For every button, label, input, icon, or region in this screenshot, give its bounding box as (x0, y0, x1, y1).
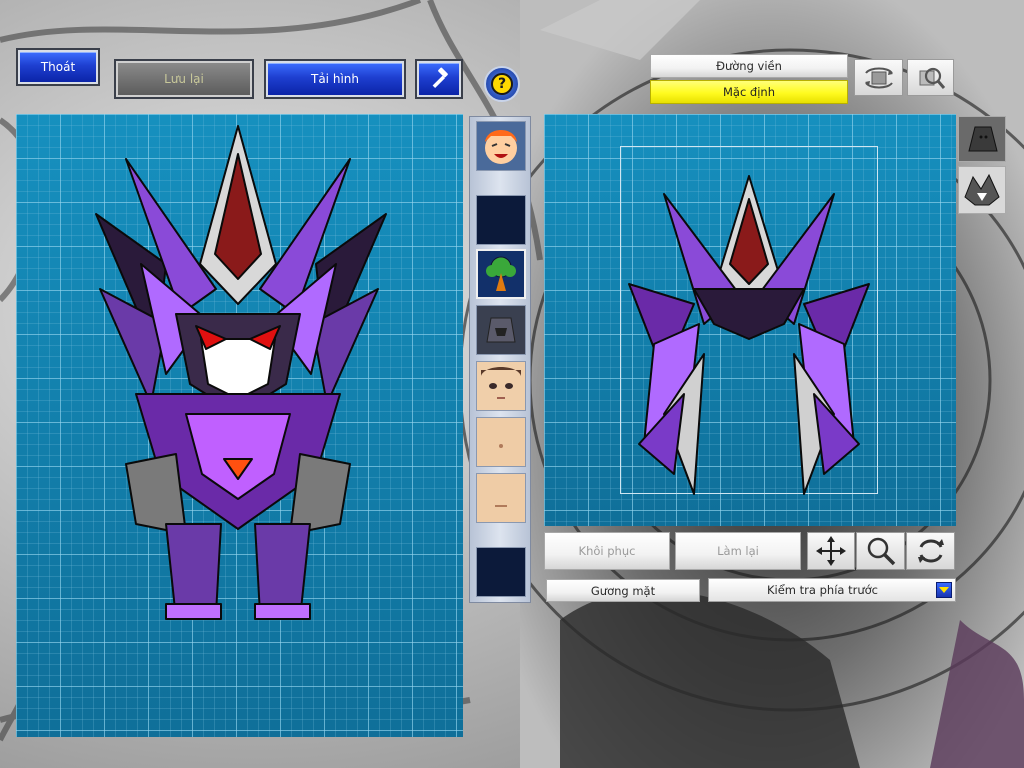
helmet-piece-icon (964, 173, 1000, 206)
slot-face-2[interactable] (476, 417, 526, 467)
face-label: Gương mặt (590, 583, 656, 598)
outline-label: Đường viền (716, 59, 782, 73)
part-preview-panel (544, 114, 956, 526)
tree-icon (486, 256, 516, 291)
rotate-view-button[interactable] (854, 59, 903, 96)
face-button[interactable]: Gương mặt (546, 579, 700, 602)
save-button[interactable]: Lưu lại (116, 61, 252, 97)
slot-empty-2[interactable] (476, 547, 526, 597)
outline-button[interactable]: Đường viền (650, 54, 848, 78)
zoom-button[interactable] (856, 532, 905, 570)
rotate-icon (917, 539, 944, 563)
armor-piece-icon (968, 126, 998, 152)
help-icon: ? (491, 73, 513, 95)
part-thumb-2[interactable] (958, 166, 1006, 214)
face-icon (477, 362, 525, 410)
default-label: Mặc định (722, 85, 776, 99)
slot-tree[interactable] (476, 249, 526, 299)
part-slot-list (469, 116, 531, 603)
face-blank-icon (477, 418, 525, 466)
armor-icon (477, 306, 525, 354)
build-button[interactable] (417, 61, 461, 97)
restore-label: Khôi phục (578, 544, 636, 558)
rotate-view-icon (864, 67, 893, 88)
laughing-face-icon (477, 122, 525, 170)
rotate-button[interactable] (906, 532, 955, 570)
character-model (95, 125, 387, 620)
move-icon (816, 536, 846, 566)
slot-avatar[interactable] (476, 121, 526, 171)
slot-empty-1[interactable] (476, 195, 526, 245)
zoom-icon (867, 537, 895, 566)
character-preview-panel (16, 114, 463, 737)
slot-face-3[interactable] (476, 473, 526, 523)
slot-face-1[interactable] (476, 361, 526, 411)
redo-button[interactable]: Làm lại (675, 532, 801, 570)
reload-image-label: Tải hình (311, 72, 359, 86)
preview-direction-value: Kiểm tra phía trước (767, 583, 878, 597)
helmet-part-model (628, 175, 870, 495)
dropdown-arrow-icon (936, 582, 952, 598)
magnify-view-icon (919, 67, 945, 89)
help-button[interactable]: ? (484, 66, 520, 102)
slot-armor[interactable] (476, 305, 526, 355)
default-button[interactable]: Mặc định (650, 80, 848, 104)
face-blank-icon (477, 474, 525, 522)
save-label: Lưu lại (164, 72, 204, 86)
exit-label: Thoát (40, 60, 76, 74)
magnify-view-button[interactable] (907, 59, 954, 96)
preview-direction-select[interactable]: Kiểm tra phía trước (708, 578, 956, 602)
reload-image-button[interactable]: Tải hình (266, 61, 404, 97)
part-thumb-1[interactable] (958, 116, 1006, 162)
restore-button[interactable]: Khôi phục (544, 532, 670, 570)
move-button[interactable] (807, 532, 855, 570)
hammer-icon (432, 67, 448, 89)
redo-label: Làm lại (717, 544, 759, 558)
exit-button[interactable]: Thoát (18, 50, 98, 84)
